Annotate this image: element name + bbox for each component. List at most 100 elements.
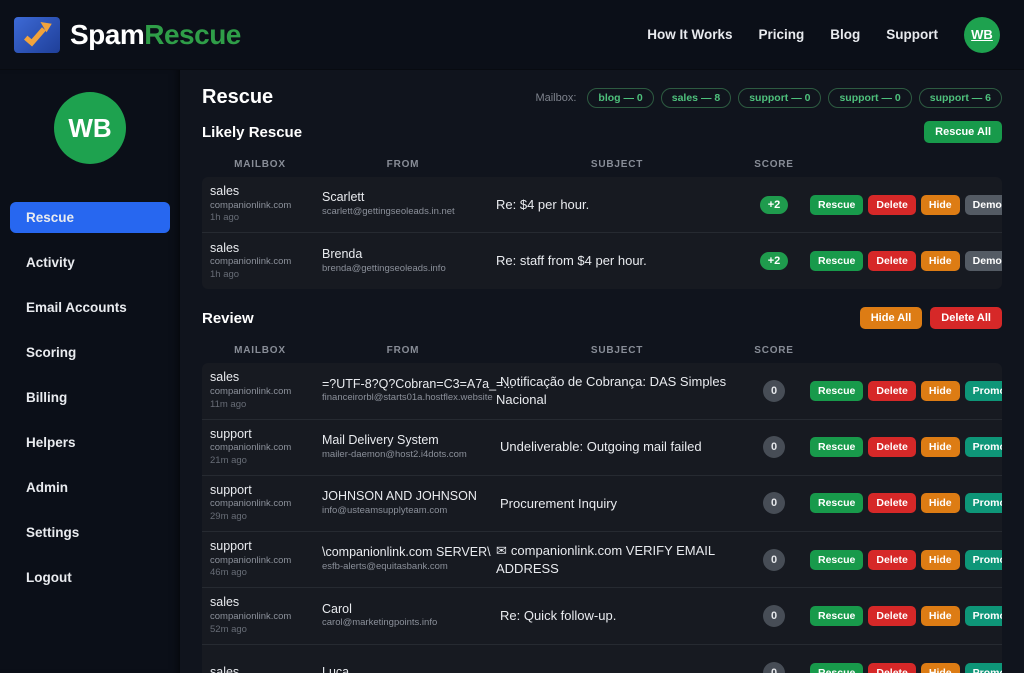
sidebar-item[interactable]: Settings <box>10 517 170 548</box>
hide-button[interactable]: Hide <box>921 381 960 401</box>
subject-cell: Re: $4 per hour. <box>496 196 738 214</box>
mailbox-chip[interactable]: support — 0 <box>738 88 821 108</box>
rescue-button[interactable]: Rescue <box>810 663 863 673</box>
table-row: sales companionlink.com 52m ago Carol ca… <box>202 588 1002 644</box>
from-cell: Brenda brenda@gettingseoleads.info <box>322 247 484 275</box>
delete-button[interactable]: Delete <box>868 195 916 215</box>
promote-button[interactable]: Promote <box>965 381 1002 401</box>
delete-button[interactable]: Delete <box>868 550 916 570</box>
sidebar-item[interactable]: Admin <box>10 472 170 503</box>
from-email: info@usteamsupplyteam.com <box>322 505 484 518</box>
logo-spam: Spam <box>70 19 144 50</box>
score-cell: +2 <box>750 196 798 214</box>
rescue-button[interactable]: Rescue <box>810 493 863 513</box>
from-cell: Scarlett scarlett@gettingseoleads.in.net <box>322 190 484 218</box>
likely-rescue-heading: Likely Rescue <box>202 124 302 141</box>
delete-button[interactable]: Delete <box>868 493 916 513</box>
nav-pricing[interactable]: Pricing <box>758 27 804 42</box>
delete-button[interactable]: Delete <box>868 381 916 401</box>
mailbox-cell: support companionlink.com 21m ago <box>210 427 310 468</box>
mailbox-domain: companionlink.com <box>210 386 310 399</box>
sidebar-item[interactable]: Rescue <box>10 202 170 233</box>
logo[interactable]: SpamRescue <box>14 17 241 53</box>
mailbox-filter: Mailbox: blog — 0 sales — 8 support — 0 … <box>535 88 1002 108</box>
from-email: brenda@gettingseoleads.info <box>322 263 484 276</box>
hide-button[interactable]: Hide <box>921 195 960 215</box>
mailbox-chip[interactable]: support — 0 <box>828 88 911 108</box>
sidebar-item[interactable]: Email Accounts <box>10 292 170 323</box>
subject-cell: Undeliverable: Outgoing mail failed <box>496 438 738 456</box>
hide-button[interactable]: Hide <box>921 550 960 570</box>
hide-button[interactable]: Hide <box>921 437 960 457</box>
delete-button[interactable]: Delete <box>868 606 916 626</box>
nav-support[interactable]: Support <box>886 27 938 42</box>
demote-button[interactable]: Demote <box>965 251 1002 271</box>
mailbox-cell: sales companionlink.com 1h ago <box>210 184 310 225</box>
mailbox-name: support <box>210 539 310 555</box>
sidebar-item[interactable]: Billing <box>10 382 170 413</box>
col-from: FROM <box>322 159 484 170</box>
sidebar-item[interactable]: Logout <box>10 562 170 593</box>
sidebar-item[interactable]: Helpers <box>10 427 170 458</box>
delete-button[interactable]: Delete <box>868 663 916 673</box>
mailbox-name: support <box>210 427 310 443</box>
sidebar-item[interactable]: Scoring <box>10 337 170 368</box>
main-content: Rescue Mailbox: blog — 0 sales — 8 suppo… <box>180 70 1024 673</box>
from-cell: Luca <box>322 665 484 673</box>
review-table-header: MAILBOX FROM SUBJECT SCORE <box>202 337 1002 363</box>
from-cell: \companionlink.com SERVER\ esfb-alerts@e… <box>322 545 484 573</box>
row-actions: Rescue Delete Hide Demote + Keyword <box>810 251 1002 271</box>
from-email: carol@marketingpoints.info <box>322 617 484 630</box>
subject-text: companionlink.com VERIFY EMAIL ADDRESS <box>496 543 715 576</box>
sidebar: WB Rescue Activity Email Accounts Scorin… <box>0 70 180 673</box>
nav-how-it-works[interactable]: How It Works <box>647 27 732 42</box>
hide-button[interactable]: Hide <box>921 493 960 513</box>
top-bar: SpamRescue How It Works Pricing Blog Sup… <box>0 0 1024 70</box>
mailbox-name: sales <box>210 184 310 200</box>
mailbox-age: 52m ago <box>210 624 310 637</box>
row-actions: Rescue Delete Hide Promote + Keyword <box>810 663 1002 673</box>
hide-button[interactable]: Hide <box>921 251 960 271</box>
demote-button[interactable]: Demote <box>965 195 1002 215</box>
mailbox-domain: companionlink.com <box>210 611 310 624</box>
delete-button[interactable]: Delete <box>868 251 916 271</box>
col-score: SCORE <box>750 345 798 356</box>
rescue-all-button[interactable]: Rescue All <box>924 121 1002 143</box>
rescue-button[interactable]: Rescue <box>810 437 863 457</box>
hide-button[interactable]: Hide <box>921 606 960 626</box>
subject-text: Notificação de Cobrança: DAS Simples Nac… <box>496 374 726 407</box>
nav-blog[interactable]: Blog <box>830 27 860 42</box>
from-name: \companionlink.com SERVER\ <box>322 545 484 561</box>
rescue-button[interactable]: Rescue <box>810 251 863 271</box>
promote-button[interactable]: Promote <box>965 493 1002 513</box>
rescue-button[interactable]: Rescue <box>810 381 863 401</box>
hide-button[interactable]: Hide <box>921 663 960 673</box>
score-badge: 0 <box>763 436 785 458</box>
from-cell: JOHNSON AND JOHNSON info@usteamsupplytea… <box>322 489 484 517</box>
logo-rescue: Rescue <box>144 19 241 50</box>
mailbox-chip[interactable]: support — 6 <box>919 88 1002 108</box>
rescue-button[interactable]: Rescue <box>810 195 863 215</box>
promote-button[interactable]: Promote <box>965 437 1002 457</box>
promote-button[interactable]: Promote <box>965 663 1002 673</box>
rescue-button[interactable]: Rescue <box>810 550 863 570</box>
shell: WB Rescue Activity Email Accounts Scorin… <box>0 70 1024 673</box>
mailbox-chip[interactable]: blog — 0 <box>587 88 653 108</box>
promote-button[interactable]: Promote <box>965 606 1002 626</box>
hide-all-button[interactable]: Hide All <box>860 307 923 329</box>
header-avatar[interactable]: WB <box>964 17 1000 53</box>
promote-button[interactable]: Promote <box>965 550 1002 570</box>
mailbox-label: Mailbox: <box>535 92 576 104</box>
subject-text: Procurement Inquiry <box>500 496 617 511</box>
mailbox-cell: sales companionlink.com 11m ago <box>210 370 310 411</box>
rescue-button[interactable]: Rescue <box>810 606 863 626</box>
mailbox-chip[interactable]: sales — 8 <box>661 88 731 108</box>
score-cell: 0 <box>750 662 798 673</box>
mailbox-age: 11m ago <box>210 399 310 412</box>
from-email: mailer-daemon@host2.i4dots.com <box>322 449 484 462</box>
delete-all-button[interactable]: Delete All <box>930 307 1002 329</box>
score-badge: +2 <box>760 196 789 214</box>
subject-cell: ✉companionlink.com VERIFY EMAIL ADDRESS <box>496 542 738 577</box>
delete-button[interactable]: Delete <box>868 437 916 457</box>
sidebar-item[interactable]: Activity <box>10 247 170 278</box>
